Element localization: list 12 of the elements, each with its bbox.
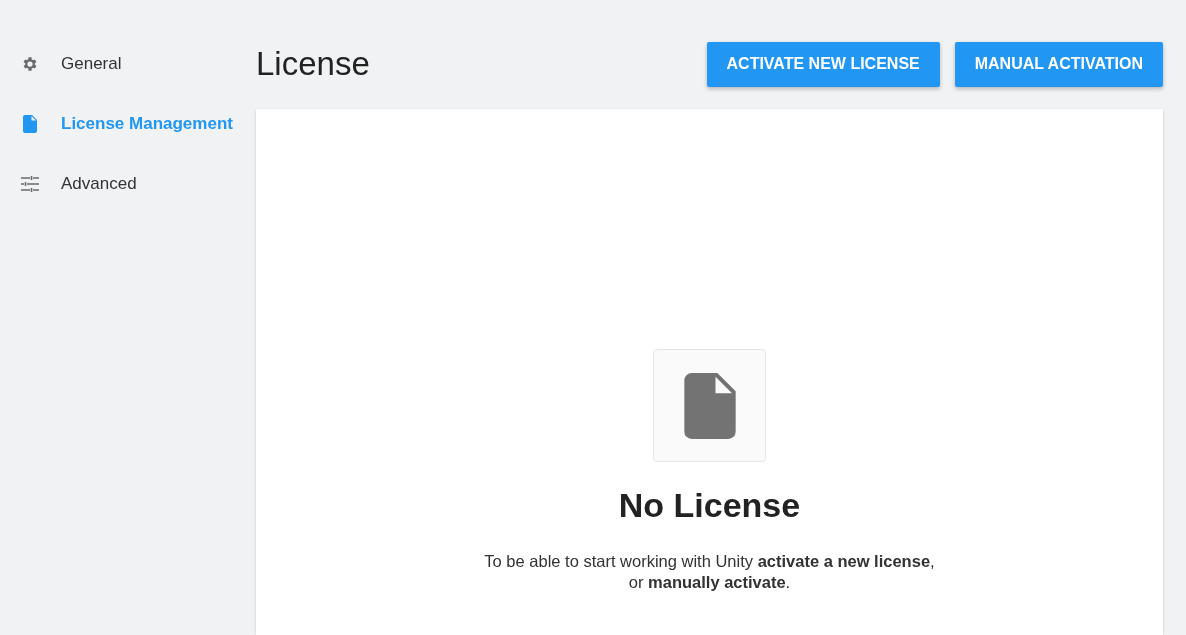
sidebar-item[interactable]: Advanced	[0, 162, 256, 206]
header-button[interactable]: ACTIVATE NEW LICENSE	[706, 41, 940, 87]
page-title: License	[256, 45, 371, 83]
empty-state-message: To be able to start working with Unity activate a new license, or manually activate.	[484, 551, 935, 594]
document-icon	[682, 372, 737, 439]
file-icon	[23, 115, 37, 133]
sidebar-item[interactable]: License Management	[0, 102, 256, 146]
sliders-icon	[21, 176, 39, 192]
header-button[interactable]: MANUAL ACTIVATION	[954, 41, 1163, 87]
gear-icon	[21, 55, 39, 73]
empty-state-title: No License	[618, 486, 801, 525]
sidebar-item[interactable]: General	[0, 42, 256, 86]
